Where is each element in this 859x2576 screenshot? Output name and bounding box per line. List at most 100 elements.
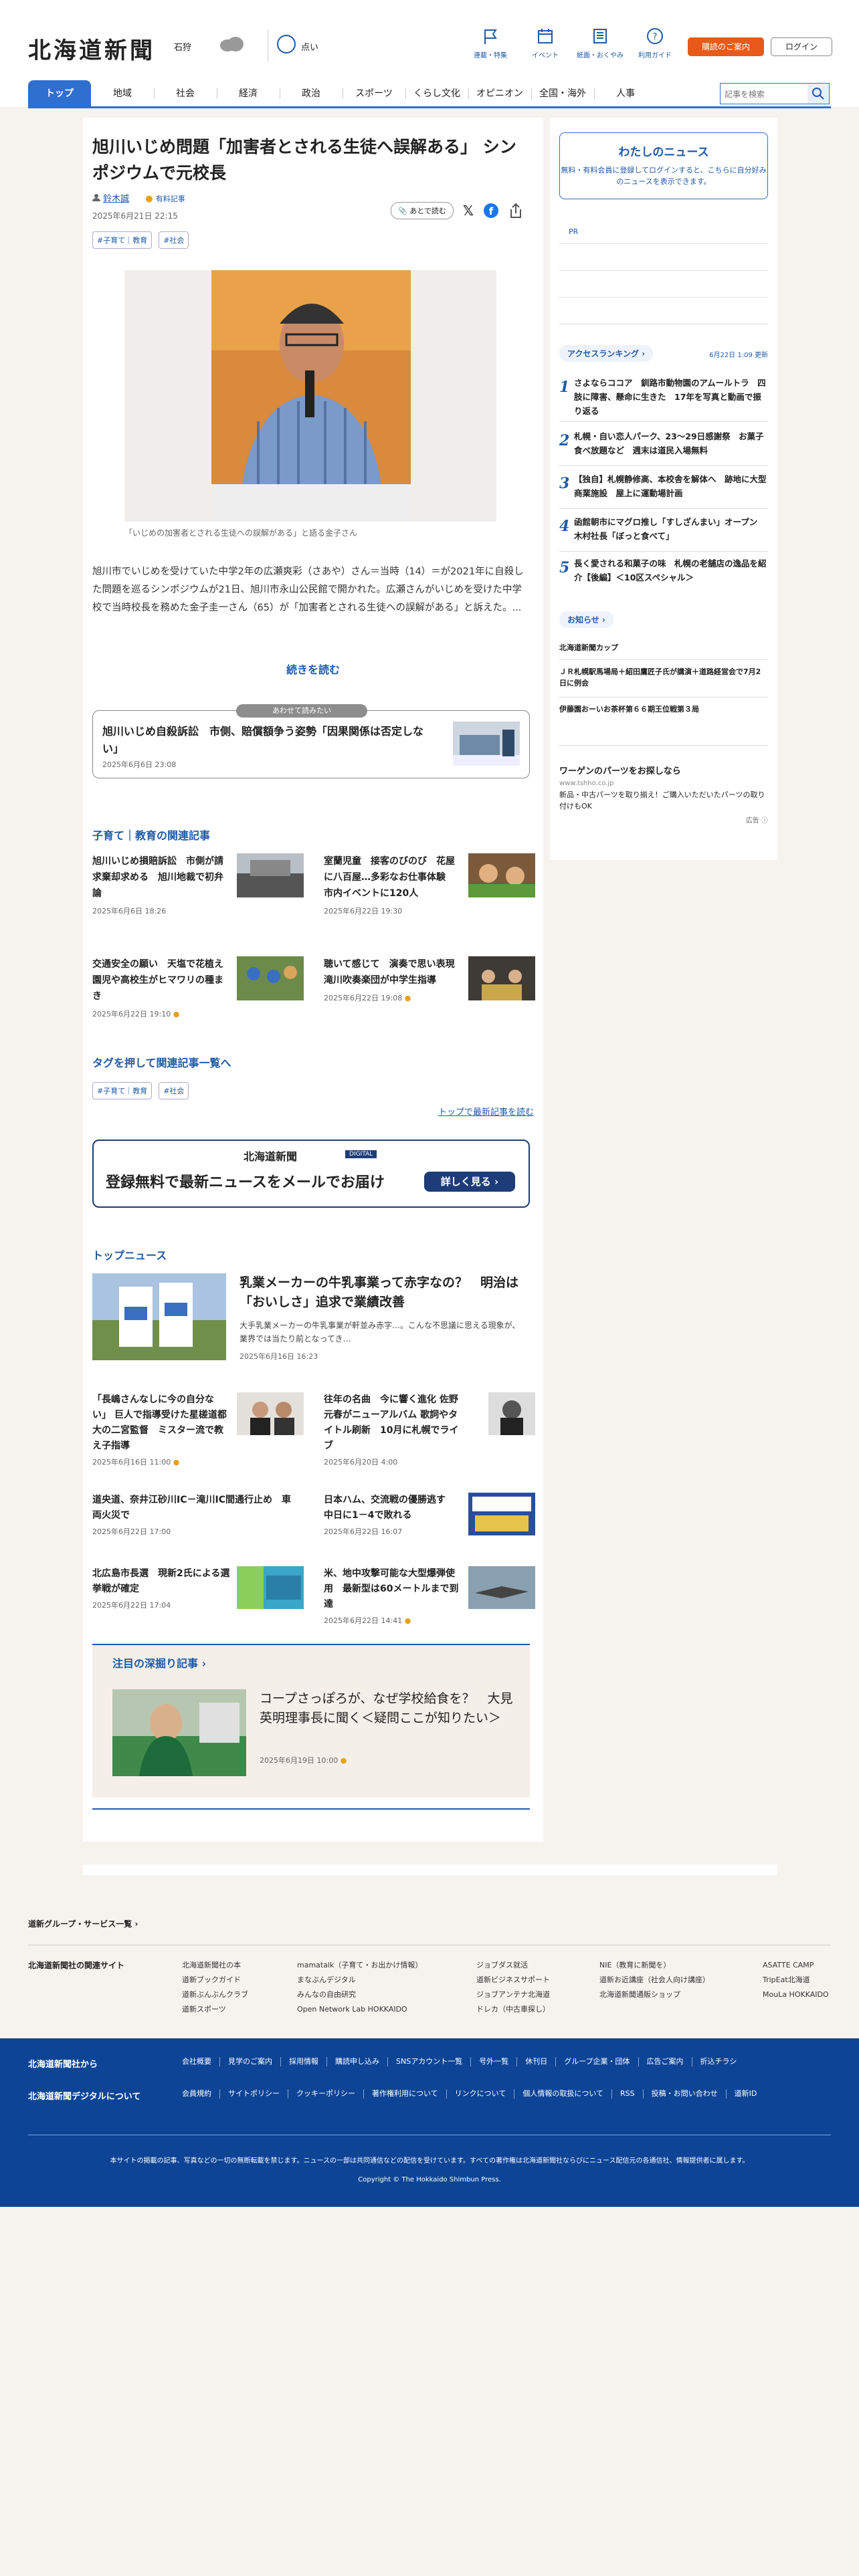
notice-item[interactable]: 北海道新聞カップ (559, 642, 768, 653)
site-link[interactable]: ドレカ（中古車探し） (476, 2002, 550, 2017)
ranking-item[interactable]: 4 函館朝市にマグロ推し「すしざんまい」オープン 木村社長「ぼっと食べて」 (559, 515, 768, 543)
tab-opinion[interactable]: オピニオン (468, 80, 531, 107)
tab-top[interactable]: トップ (28, 80, 91, 107)
footer-link[interactable]: 購読申し込み (326, 2057, 387, 2066)
news-item[interactable]: 米、地中攻撃可能な大型爆弾使用 最新型は60メートルまで到達 2025年6月22… (324, 1566, 535, 1626)
read-later-button[interactable]: 📎 あとで読む (391, 202, 454, 219)
related-item[interactable]: 旭川いじめ損賠訴訟 市側が請求棄却求める 旭川地裁で初弁論 2025年6月6日 … (92, 853, 304, 940)
ranking-item[interactable]: 2 札幌・自い恋人パーク、23～29日感謝祭 お菓子食べ放題など 週末は道民入場無… (559, 429, 768, 457)
author-link[interactable]: 鈴木誠 (103, 194, 129, 204)
tab-world[interactable]: 全国・海外 (531, 80, 594, 107)
ranking-item[interactable]: 3 【独自】札幌静修高、本校舎を解体へ 跡地に大型商業施設 屋上に運動場計画 (559, 472, 768, 500)
tag-society[interactable]: #社会 (159, 1082, 189, 1099)
footer-link[interactable]: 折込チラシ (691, 2057, 745, 2066)
cta-button[interactable]: 詳しく見る › (424, 1172, 515, 1192)
footer-link[interactable]: 投稿・お問い合わせ (642, 2089, 726, 2099)
ad-marker[interactable]: 広告 ⓘ (746, 815, 768, 825)
x-share-icon[interactable]: 𝕏 (463, 203, 474, 219)
footer-link[interactable]: サイトポリシー (219, 2089, 288, 2099)
subscribe-button[interactable]: 購読のご案内 (688, 37, 764, 56)
tab-politics[interactable]: 政治 (280, 80, 343, 107)
footer-link[interactable]: 号外一覧 (470, 2057, 516, 2066)
related-item[interactable]: 交通安全の願い 天塩で花植え 園児や高校生がヒマワリの種まき 2025年6月22… (92, 956, 304, 1043)
notice-title[interactable]: お知らせ › (559, 611, 613, 628)
nav-events[interactable]: イベント (518, 27, 573, 60)
latest-articles-link[interactable]: トップで最新記事を読む (438, 1105, 534, 1117)
site-link[interactable]: 道新お近講座（社会人向け講座） (599, 1973, 710, 1988)
site-link[interactable]: NIE（教育に新聞を） (599, 1958, 710, 1973)
site-link[interactable]: 道新スポーツ (182, 2002, 248, 2017)
footer-link[interactable]: 見学のご案内 (219, 2057, 280, 2066)
footer-link[interactable]: 広告ご案内 (638, 2057, 692, 2066)
footer-link[interactable]: SNSアカウント一覧 (387, 2057, 470, 2066)
news-item[interactable]: 道央道、奈井江砂川IC－滝川IC間通行止め 車両火災で 2025年6月22日 1… (92, 1493, 304, 1537)
login-button[interactable]: ログイン (771, 37, 832, 56)
related-item[interactable]: 室蘭児童 接客のびのび 花屋に八百屋…多彩なお仕事体験 市内イベントに120人 … (324, 853, 535, 940)
my-news-box[interactable]: わたしのニュース 無料・有料会員に登録してログインすると、こちらに自分好みのニュ… (559, 132, 768, 199)
tab-personnel[interactable]: 人事 (594, 80, 657, 107)
related-item[interactable]: 聴いて感じて 演奏で思い表現 滝川吹奏楽団が中学生指導 2025年6月22日 1… (324, 956, 535, 1043)
tag-society[interactable]: #社会 (159, 231, 189, 249)
tag-education[interactable]: #子育て｜教育 (92, 1082, 153, 1099)
ranking-title[interactable]: アクセスランキング › (559, 345, 654, 362)
top-news-main[interactable]: 乳業メーカーの牛乳事業って赤字なの？ 明治は「おいしさ」追求で業績改善 大手乳業… (92, 1273, 530, 1367)
news-item[interactable]: 北広島市長選 現新2氏による選挙戦が確定 2025年6月22日 17:04 (92, 1566, 304, 1610)
tab-economy[interactable]: 経済 (217, 80, 280, 107)
footer-link[interactable]: グループ企業・団体 (555, 2057, 638, 2066)
footer-link[interactable]: リンクについて (446, 2089, 514, 2099)
footer-link[interactable]: クッキーポリシー (288, 2089, 363, 2099)
site-link[interactable]: MouLa HOKKAIDO (763, 1988, 829, 2002)
site-link[interactable]: ジョブダス就活 (476, 1958, 550, 1973)
site-link[interactable]: 道新ブックガイド (182, 1973, 248, 1988)
footer-link[interactable]: 採用情報 (280, 2057, 326, 2066)
newsletter-banner[interactable]: 北海道新聞 DIGITAL 登録無料で最新ニュースをメールでお届け 詳しく見る … (92, 1140, 530, 1208)
site-link[interactable]: TripEat北海道 (763, 1973, 829, 1988)
tab-region[interactable]: 地域 (91, 80, 154, 107)
news-item[interactable]: 日本ハム、交流戦の優勝逃す 中日に1－4で敗れる 2025年6月22日 16:0… (324, 1493, 535, 1537)
tag-education[interactable]: #子育て｜教育 (92, 231, 153, 249)
tab-sports[interactable]: スポーツ (343, 80, 405, 107)
news-item[interactable]: 「長嶋さんなしに今の自分ない」 巨人で指導受けた星槎道都大の二宮監督 ミスター流… (92, 1392, 304, 1467)
site-link[interactable]: ASATTE CAMP (763, 1958, 829, 1973)
search-input[interactable] (723, 84, 806, 104)
site-link[interactable]: 道新ぶんぶんクラブ (182, 1988, 248, 2002)
news-item[interactable]: 往年の名曲 今に響く進化 佐野元春がニューアルバム 歌詞やタイトル刷新 10月に… (324, 1392, 535, 1467)
site-logo[interactable]: 北海道新聞 (28, 32, 155, 65)
footer-link[interactable]: 個人情報の取扱について (514, 2089, 611, 2099)
notice-item[interactable]: ＪＲ札幌駅馬場局＋紹田鷹匠子氏が講演＋道路経営会で7月2日に例会 (559, 666, 768, 689)
tab-society[interactable]: 社会 (154, 80, 217, 107)
site-link[interactable]: ジョブアンテナ北海道 (476, 1988, 550, 2002)
deep-dive-headline[interactable]: コープさっぽろが、なぜ学校給食を？ 大見英明理事長に聞く＜疑問ここが知りたい＞ (260, 1689, 520, 1728)
share-icon[interactable] (508, 203, 523, 219)
notice-item[interactable]: 伊藤園おーいお茶杯第６６期王位戦第３局 (559, 704, 768, 715)
footer-link[interactable]: 休刊日 (516, 2057, 555, 2066)
continue-reading-link[interactable]: 続きを読む (83, 661, 543, 677)
related-title[interactable]: 子育て｜教育の関連記事 (92, 827, 210, 843)
ranking-item[interactable]: 1 さよならココア 釧路市動物園のアムールトラ 四肢に障害、懸命に生きた 17年を… (559, 376, 768, 418)
footer-link[interactable]: 会社概要 (182, 2057, 219, 2066)
site-link[interactable]: まなぶんデジタル (297, 1973, 422, 1988)
deep-dive-image[interactable] (112, 1689, 246, 1776)
group-services-link[interactable]: 道新グループ・サービス一覧 › (28, 1918, 138, 1929)
site-link[interactable]: 北海道新聞通販ショップ (599, 1988, 710, 2002)
nav-series[interactable]: 連載・特集 (463, 27, 518, 60)
site-link[interactable]: みんなの自由研究 (297, 1988, 422, 2002)
region-label[interactable]: 石狩 (174, 40, 191, 53)
recommended-card[interactable]: あわせて読みたい 旭川いじめ自殺訴訟 市側、賠償額争う姿勢「因果関係は否定しない… (92, 704, 530, 778)
footer-link[interactable]: 道新ID (725, 2089, 765, 2099)
nav-guide[interactable]: ? 利用ガイド (628, 27, 682, 60)
tab-culture[interactable]: くらし文化 (405, 80, 468, 107)
ad-title[interactable]: ワーゲンのパーツをお探しなら (559, 764, 681, 776)
site-link[interactable]: mamatalk（子育て・お出かけ情報） (297, 1958, 422, 1973)
footer-link[interactable]: RSS (611, 2089, 643, 2099)
footer-link[interactable]: 会員規約 (182, 2089, 219, 2099)
footer-link[interactable]: 著作権利用について (363, 2089, 446, 2099)
site-link[interactable]: 北海道新聞社の本 (182, 1958, 248, 1973)
facebook-share-icon[interactable]: f (483, 203, 499, 219)
site-link[interactable]: Open Network Lab HOKKAIDO (297, 2002, 422, 2017)
deep-dive-title[interactable]: 注目の深掘り記事 › (112, 1654, 206, 1671)
site-link[interactable]: 道新ビジネスサポート (476, 1973, 550, 1988)
ranking-item[interactable]: 5 長く愛される和菓子の味 札幌の老舗店の逸品を紹介【後編】＜10区スペシャル＞ (559, 556, 768, 584)
nav-paper[interactable]: 紙面・おくやみ (573, 27, 628, 60)
search-button[interactable] (807, 84, 829, 104)
